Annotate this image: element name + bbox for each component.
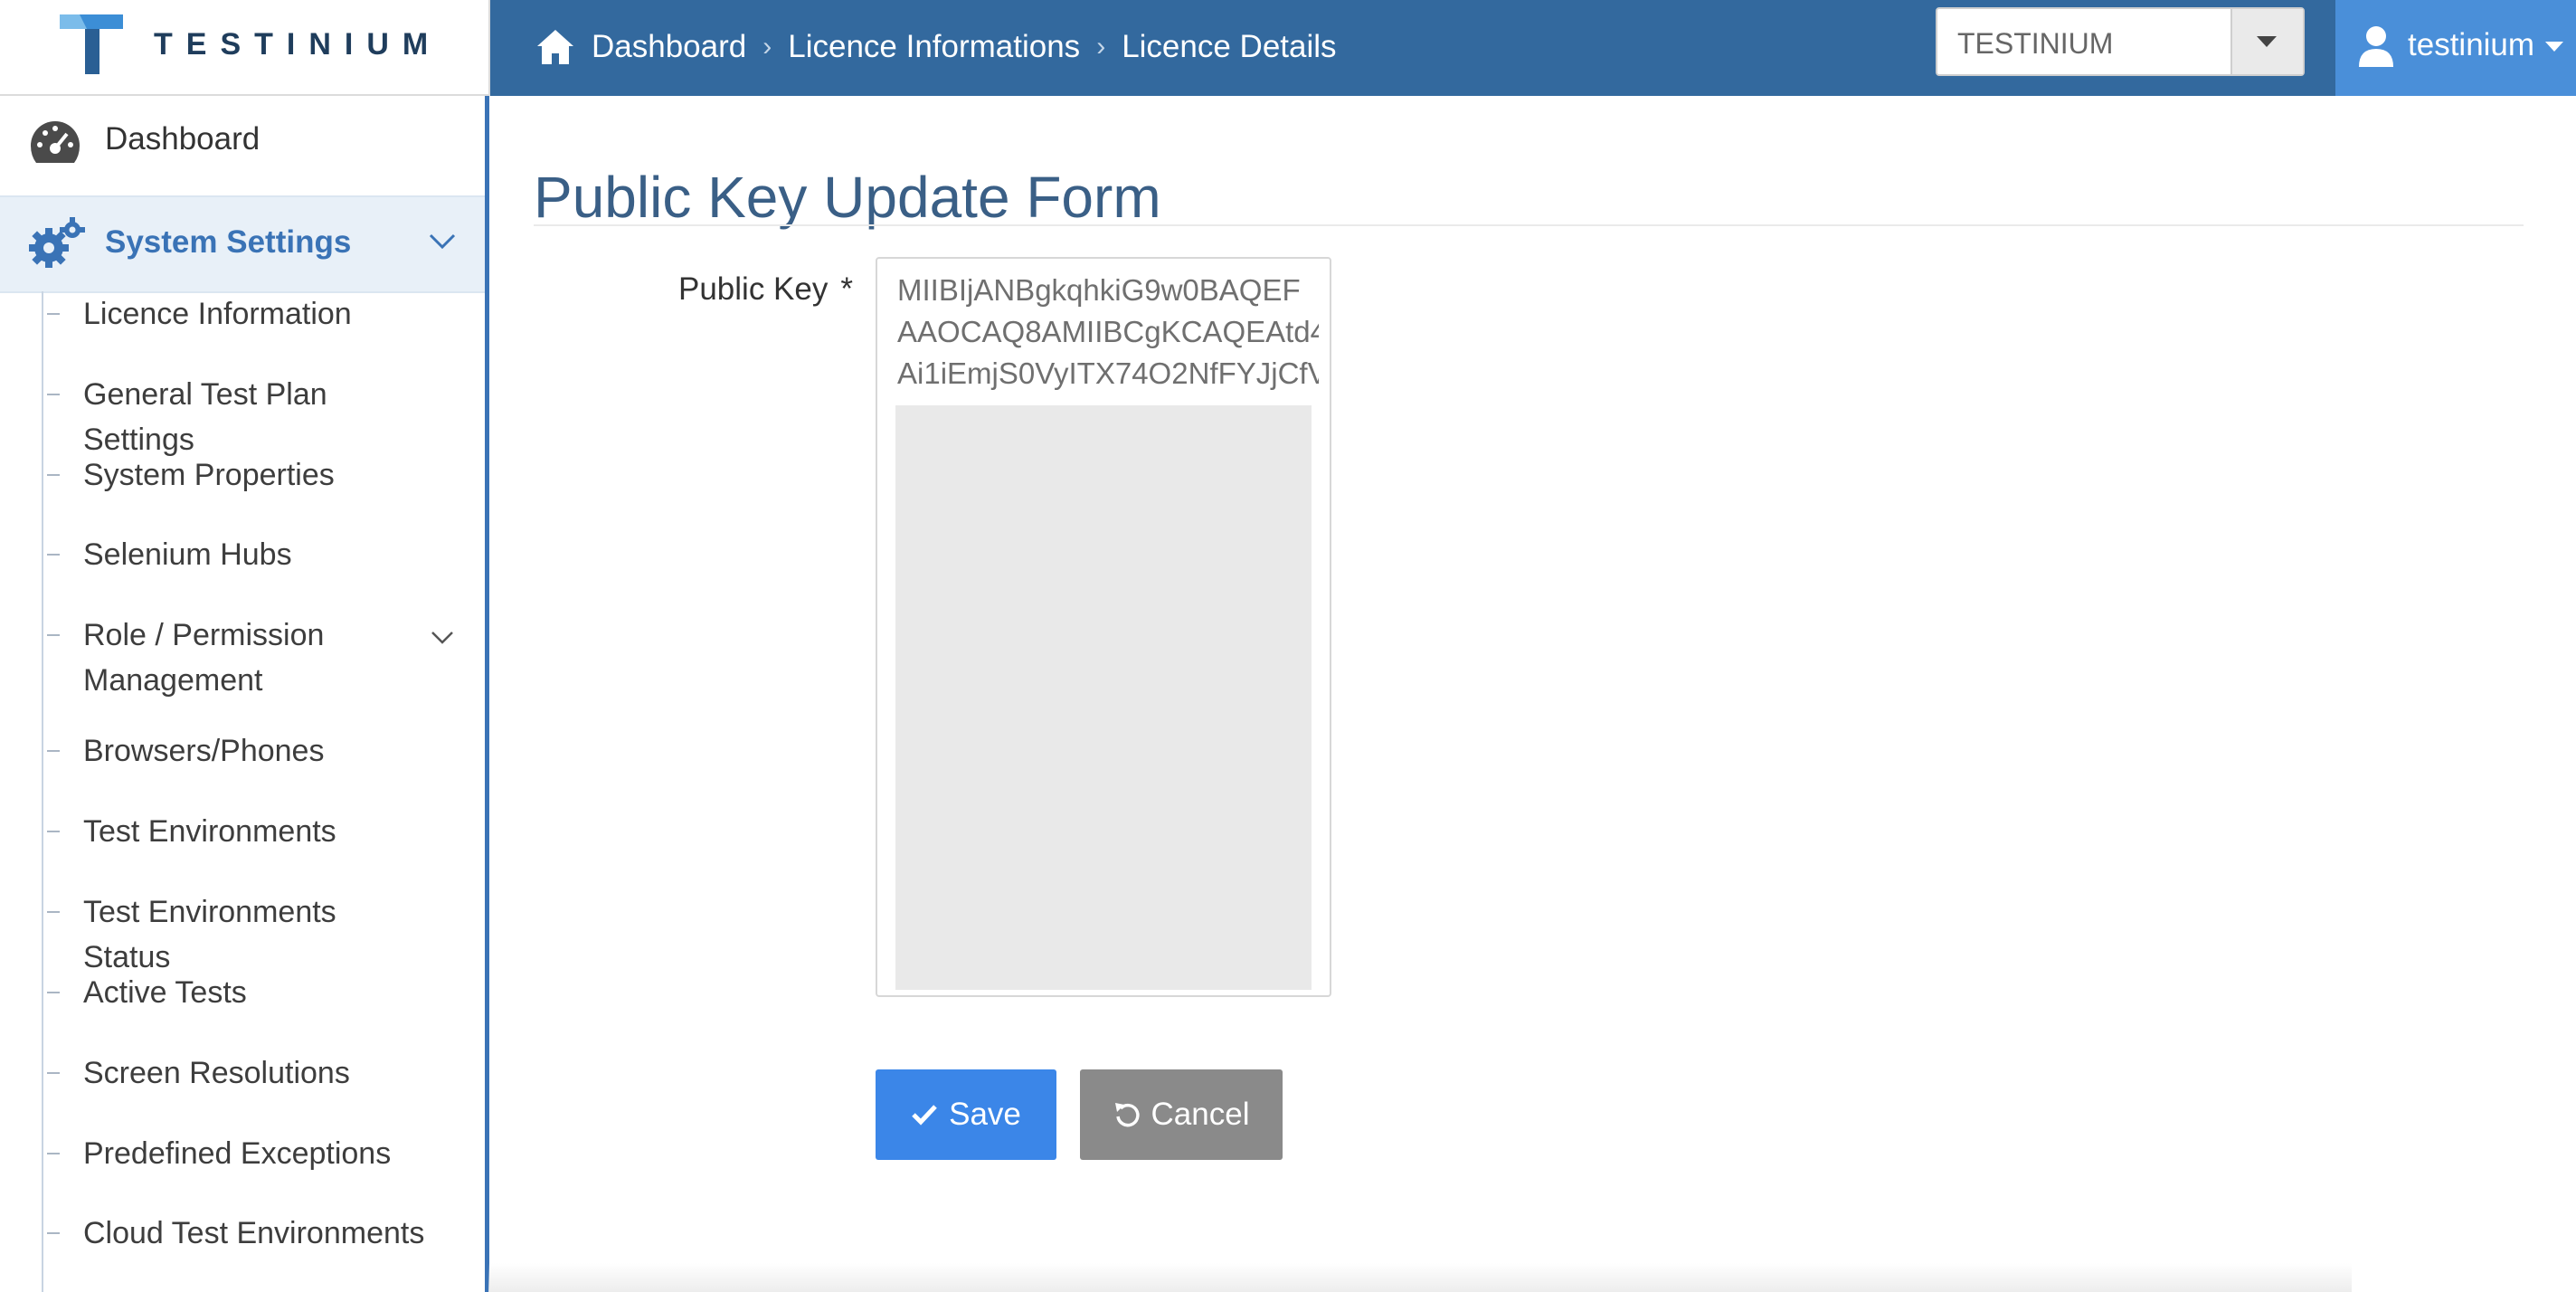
sidebar: Dashboard System Settings Licence Inform… [0,96,489,1292]
user-icon [2359,26,2393,67]
breadcrumb-licence-details: Licence Details [1122,29,1337,64]
tree-tick [47,1072,60,1074]
title-divider [534,224,2524,226]
home-icon[interactable] [535,28,575,66]
content-bottom-shadow [488,1263,2352,1292]
sidebar-item-label: Browsers/Phones [83,734,325,768]
caret-down-icon [2257,36,2277,47]
sidebar-item-role-permission-management[interactable]: Role / Permission Management [0,613,485,703]
speedometer-icon [31,121,80,163]
cancel-button[interactable]: Cancel [1080,1069,1283,1160]
sidebar-item-screen-resolutions[interactable]: Screen Resolutions [0,1050,485,1096]
sidebar-item-general-test-plan-settings[interactable]: General Test Plan Settings [0,372,485,457]
tree-tick [47,911,60,913]
top-bar: TESTINIUM Dashboard › Licence Informatio… [0,0,2576,96]
gears-icon [29,217,85,268]
sidebar-item-label: Dashboard [105,121,260,157]
sidebar-item-label: Test Environments [83,814,336,849]
sidebar-item-predefined-exceptions[interactable]: Predefined Exceptions [0,1131,485,1176]
sidebar-item-system-settings[interactable]: System Settings [0,195,485,293]
sidebar-item-label: General Test Plan Settings [83,377,327,457]
public-key-value: MIIBIjANBgkqhkiG9w0BAQEF AAOCAQ8AMIIBCgK… [897,273,1319,390]
sidebar-item-test-environments[interactable]: Test Environments [0,809,485,854]
sidebar-item-label: Screen Resolutions [83,1056,350,1090]
sidebar-item-test-environments-status[interactable]: Test Environments Status [0,889,485,974]
organization-select-toggle[interactable] [2230,9,2303,74]
tree-tick [47,1153,60,1154]
tree-tick [47,394,60,395]
tree-tick [47,750,60,752]
testinium-logo-icon [60,14,123,74]
sidebar-item-label: Predefined Exceptions [83,1136,392,1171]
checkmark-icon [912,1105,937,1126]
cancel-button-label: Cancel [1151,1097,1250,1132]
public-key-label-text: Public Key [678,271,829,307]
sidebar-item-selenium-hubs[interactable]: Selenium Hubs [0,532,485,577]
undo-icon [1114,1103,1140,1127]
sidebar-item-label: Selenium Hubs [83,537,292,572]
tree-tick [47,1232,60,1234]
sidebar-item-cloud-test-environments[interactable]: Cloud Test Environments [0,1211,485,1256]
tree-tick [47,831,60,832]
chevron-down-icon [429,233,456,250]
text-selection-highlight [895,405,1312,990]
chevron-down-icon [431,632,453,644]
organization-select[interactable]: TESTINIUM [1936,7,2305,76]
sidebar-item-browsers-phones[interactable]: Browsers/Phones [0,728,485,774]
sidebar-item-label: System Properties [83,458,335,492]
system-settings-submenu: Licence Information General Test Plan Se… [0,291,485,1292]
breadcrumb: Dashboard › Licence Informations › Licen… [535,0,1337,94]
public-key-label: Public Key * [678,271,853,308]
breadcrumb-separator-icon: › [1096,32,1106,62]
caret-down-icon [2545,42,2563,52]
sidebar-item-label: System Settings [105,224,352,260]
required-marker: * [840,271,853,307]
sidebar-item-dashboard[interactable]: Dashboard [0,96,485,194]
sidebar-item-label: Test Environments Status [83,895,336,974]
sidebar-item-system-properties[interactable]: System Properties [0,452,485,498]
tree-tick [47,634,60,636]
sidebar-item-licence-information[interactable]: Licence Information [0,291,485,337]
brand-logo[interactable]: TESTINIUM [0,0,490,96]
sidebar-item-label: Active Tests [83,975,247,1010]
page-title: Public Key Update Form [534,164,1161,230]
breadcrumb-separator-icon: › [762,32,772,62]
sidebar-item-label: Role / Permission Management [83,618,325,698]
sidebar-item-label: Licence Information [83,297,352,331]
brand-name: TESTINIUM [154,27,442,62]
breadcrumb-dashboard[interactable]: Dashboard [592,29,746,65]
tree-tick [47,474,60,476]
organization-select-value: TESTINIUM [1957,27,2114,60]
sidebar-item-active-tests[interactable]: Active Tests [0,970,485,1015]
save-button[interactable]: Save [876,1069,1056,1160]
tree-tick [47,554,60,556]
user-menu[interactable]: testinium [2335,0,2576,96]
save-button-label: Save [949,1097,1021,1132]
sidebar-item-label: Cloud Test Environments [83,1216,425,1250]
tree-tick [47,992,60,993]
public-key-textarea[interactable]: MIIBIjANBgkqhkiG9w0BAQEF AAOCAQ8AMIIBCgK… [876,257,1331,997]
breadcrumb-licence-informations[interactable]: Licence Informations [788,29,1080,65]
user-name: testinium [2408,27,2535,62]
tree-tick [47,313,60,315]
